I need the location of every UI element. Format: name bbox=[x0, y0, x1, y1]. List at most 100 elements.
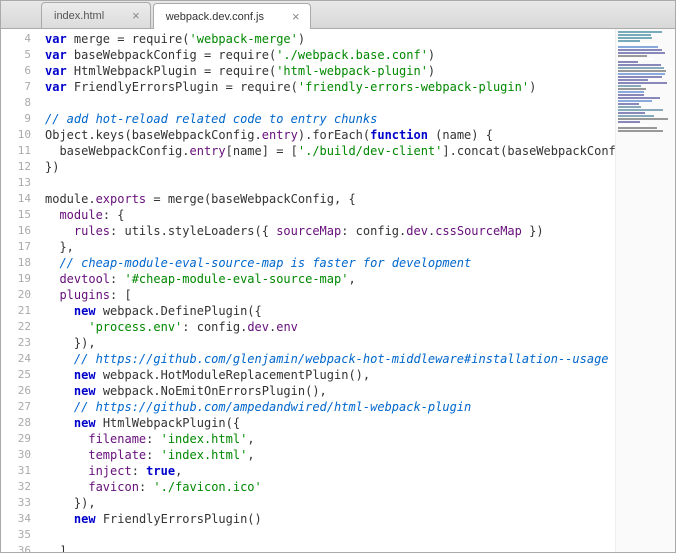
line-number: 18 bbox=[1, 255, 31, 271]
code-line: // https://github.com/glenjamin/webpack-… bbox=[45, 351, 615, 367]
code-line: 'process.env': config.dev.env bbox=[45, 319, 615, 335]
line-number: 34 bbox=[1, 511, 31, 527]
minimap-line bbox=[618, 121, 640, 123]
minimap-line bbox=[618, 127, 657, 129]
code-line: new webpack.HotModuleReplacementPlugin()… bbox=[45, 367, 615, 383]
code-line: // https://github.com/ampedandwired/html… bbox=[45, 399, 615, 415]
line-number: 19 bbox=[1, 271, 31, 287]
line-number: 36 bbox=[1, 543, 31, 552]
minimap-line bbox=[618, 73, 665, 75]
line-number: 17 bbox=[1, 239, 31, 255]
minimap-line bbox=[618, 40, 640, 42]
code-line: ] bbox=[45, 543, 615, 552]
line-number: 4 bbox=[1, 31, 31, 47]
code-line: inject: true, bbox=[45, 463, 615, 479]
code-line: new FriendlyErrorsPlugin() bbox=[45, 511, 615, 527]
tab-webpack-dev-conf[interactable]: webpack.dev.conf.js × bbox=[153, 3, 311, 29]
editor-body: 4567891011121314151617181920212223242526… bbox=[1, 29, 675, 552]
minimap-line bbox=[618, 34, 651, 36]
code-line: new webpack.DefinePlugin({ bbox=[45, 303, 615, 319]
line-number: 12 bbox=[1, 159, 31, 175]
minimap-line bbox=[618, 61, 638, 63]
minimap-line bbox=[618, 64, 661, 66]
minimap-line bbox=[618, 49, 662, 51]
code-line: plugins: [ bbox=[45, 287, 615, 303]
close-icon[interactable]: × bbox=[292, 9, 300, 24]
code-line: new webpack.NoEmitOnErrorsPlugin(), bbox=[45, 383, 615, 399]
close-icon[interactable]: × bbox=[132, 8, 140, 23]
code-line: favicon: './favicon.ico' bbox=[45, 479, 615, 495]
minimap-line bbox=[618, 70, 666, 72]
minimap-line bbox=[618, 112, 645, 114]
line-number: 20 bbox=[1, 287, 31, 303]
code-line: module: { bbox=[45, 207, 615, 223]
line-number: 24 bbox=[1, 351, 31, 367]
minimap-line bbox=[618, 94, 644, 96]
line-number: 8 bbox=[1, 95, 31, 111]
minimap-line bbox=[618, 91, 644, 93]
tabs-bar: index.html × webpack.dev.conf.js × bbox=[1, 1, 675, 29]
line-number: 30 bbox=[1, 447, 31, 463]
code-line: devtool: '#cheap-module-eval-source-map'… bbox=[45, 271, 615, 287]
line-number: 9 bbox=[1, 111, 31, 127]
minimap-line bbox=[618, 58, 654, 60]
code-line: baseWebpackConfig.entry[name] = ['./buil… bbox=[45, 143, 615, 159]
line-number: 29 bbox=[1, 431, 31, 447]
line-gutter: 4567891011121314151617181920212223242526… bbox=[1, 29, 39, 552]
minimap-line bbox=[618, 82, 667, 84]
line-number: 25 bbox=[1, 367, 31, 383]
line-number: 28 bbox=[1, 415, 31, 431]
line-number: 35 bbox=[1, 527, 31, 543]
code-line: rules: utils.styleLoaders({ sourceMap: c… bbox=[45, 223, 615, 239]
line-number: 32 bbox=[1, 479, 31, 495]
code-line: var baseWebpackConfig = require('./webpa… bbox=[45, 47, 615, 63]
minimap-line bbox=[618, 85, 641, 87]
code-line: }), bbox=[45, 495, 615, 511]
code-line: Object.keys(baseWebpackConfig.entry).for… bbox=[45, 127, 615, 143]
line-number: 6 bbox=[1, 63, 31, 79]
code-line: module.exports = merge(baseWebpackConfig… bbox=[45, 191, 615, 207]
tab-label: webpack.dev.conf.js bbox=[166, 11, 264, 23]
code-line bbox=[45, 95, 615, 111]
minimap-line bbox=[618, 106, 641, 108]
minimap-line bbox=[618, 37, 652, 39]
minimap-line bbox=[618, 100, 652, 102]
tab-label: index.html bbox=[54, 10, 104, 22]
minimap-line bbox=[618, 79, 648, 81]
minimap-line bbox=[618, 115, 654, 117]
line-number: 5 bbox=[1, 47, 31, 63]
tab-index-html[interactable]: index.html × bbox=[41, 2, 151, 28]
code-line: var FriendlyErrorsPlugin = require('frie… bbox=[45, 79, 615, 95]
code-line: template: 'index.html', bbox=[45, 447, 615, 463]
minimap[interactable] bbox=[615, 29, 675, 552]
code-area[interactable]: var merge = require('webpack-merge')var … bbox=[39, 29, 615, 552]
line-number: 14 bbox=[1, 191, 31, 207]
line-number: 7 bbox=[1, 79, 31, 95]
line-number: 16 bbox=[1, 223, 31, 239]
line-number: 31 bbox=[1, 463, 31, 479]
line-number: 23 bbox=[1, 335, 31, 351]
line-number: 22 bbox=[1, 319, 31, 335]
line-number: 11 bbox=[1, 143, 31, 159]
minimap-line bbox=[618, 97, 660, 99]
code-line: var HtmlWebpackPlugin = require('html-we… bbox=[45, 63, 615, 79]
minimap-line bbox=[618, 103, 639, 105]
line-number: 15 bbox=[1, 207, 31, 223]
code-line bbox=[45, 527, 615, 543]
minimap-line bbox=[618, 43, 660, 45]
code-line: // cheap-module-eval-source-map is faste… bbox=[45, 255, 615, 271]
code-line: var merge = require('webpack-merge') bbox=[45, 31, 615, 47]
minimap-line bbox=[618, 52, 665, 54]
line-number: 26 bbox=[1, 383, 31, 399]
editor-window: index.html × webpack.dev.conf.js × 45678… bbox=[0, 0, 676, 553]
minimap-line bbox=[618, 46, 658, 48]
code-line: }), bbox=[45, 335, 615, 351]
code-line: new HtmlWebpackPlugin({ bbox=[45, 415, 615, 431]
minimap-line bbox=[618, 55, 647, 57]
code-line: filename: 'index.html', bbox=[45, 431, 615, 447]
minimap-line bbox=[618, 31, 662, 33]
code-line: // add hot-reload related code to entry … bbox=[45, 111, 615, 127]
minimap-line bbox=[618, 130, 663, 132]
minimap-line bbox=[618, 118, 668, 120]
line-number: 33 bbox=[1, 495, 31, 511]
